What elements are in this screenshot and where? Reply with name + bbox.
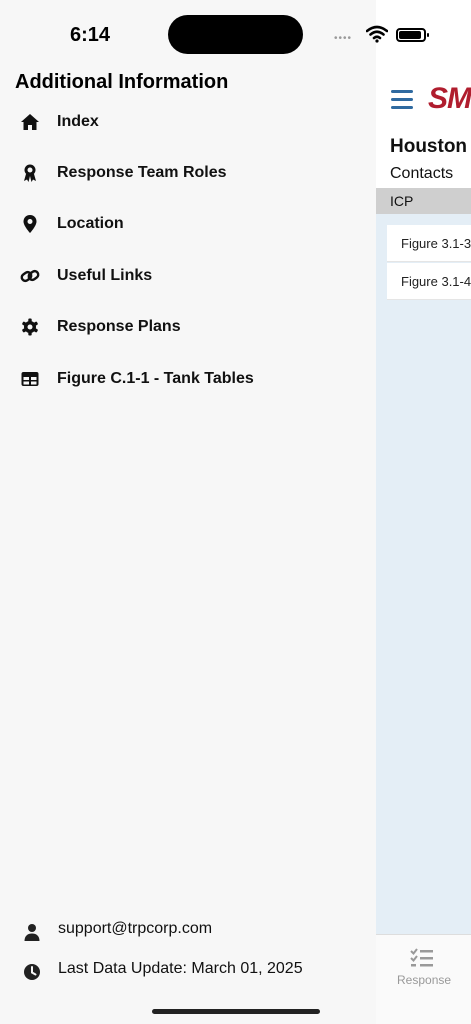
- page-title: Houston: [390, 136, 468, 157]
- menu-item-label: Index: [57, 113, 99, 130]
- list-item[interactable]: Figure 3.1-4: [387, 263, 471, 300]
- tab-bar: Response: [376, 934, 471, 1024]
- signal-dots-icon: ••••: [334, 33, 353, 44]
- dynamic-island: [168, 15, 303, 54]
- wifi-icon: [366, 25, 388, 43]
- checklist-icon[interactable]: [410, 947, 434, 969]
- brand-logo: SM: [428, 82, 471, 115]
- home-indicator[interactable]: [152, 1009, 320, 1014]
- menu-item-label: Figure C.1-1 - Tank Tables: [57, 370, 254, 387]
- menu-item-response-team-roles[interactable]: Response Team Roles: [0, 152, 376, 196]
- page-subtitle: Contacts: [390, 165, 454, 182]
- drawer-title: Additional Information: [15, 71, 229, 93]
- gear-icon: [20, 317, 40, 337]
- last-update-row: Last Data Update: March 01, 2025: [0, 956, 376, 986]
- list-item-label: Figure 3.1-3: [401, 236, 471, 251]
- menu-item-label: Response Team Roles: [57, 164, 227, 181]
- menu-item-index[interactable]: Index: [0, 101, 376, 145]
- support-email[interactable]: support@trpcorp.com: [58, 920, 212, 938]
- section-header-label: ICP: [390, 193, 414, 209]
- navigation-drawer: 6:14 •••• Additional Information Index R…: [0, 0, 429, 1024]
- menu-item-response-plans[interactable]: Response Plans: [0, 306, 376, 350]
- menu-item-label: Response Plans: [57, 318, 181, 335]
- menu-item-useful-links[interactable]: Useful Links: [0, 255, 376, 299]
- menu-item-label: Useful Links: [57, 267, 153, 284]
- background-app: SM Houston Contacts ICP Figure 3.1-3 Fig…: [376, 0, 471, 1024]
- clock-icon: [22, 962, 42, 982]
- last-data-update: Last Data Update: March 01, 2025: [58, 960, 303, 977]
- menu-item-tank-tables[interactable]: Figure C.1-1 - Tank Tables: [0, 358, 376, 402]
- user-icon: [22, 922, 42, 942]
- battery-icon: [396, 28, 429, 42]
- status-icons: ••••: [334, 25, 464, 45]
- menu-item-location[interactable]: Location: [0, 203, 376, 247]
- table-icon: [20, 369, 40, 389]
- home-icon: [20, 112, 40, 132]
- hamburger-menu-icon[interactable]: [391, 90, 413, 110]
- award-icon: [20, 163, 40, 183]
- section-header: ICP: [376, 188, 471, 214]
- list-item-label: Figure 3.1-4: [401, 274, 471, 289]
- location-pin-icon: [20, 214, 40, 234]
- menu-item-label: Location: [57, 215, 124, 232]
- status-time: 6:14: [70, 24, 111, 46]
- list-item[interactable]: Figure 3.1-3: [387, 225, 471, 262]
- link-icon: [20, 266, 40, 286]
- support-email-row[interactable]: support@trpcorp.com: [0, 916, 376, 946]
- tab-response-label[interactable]: Response: [397, 973, 451, 987]
